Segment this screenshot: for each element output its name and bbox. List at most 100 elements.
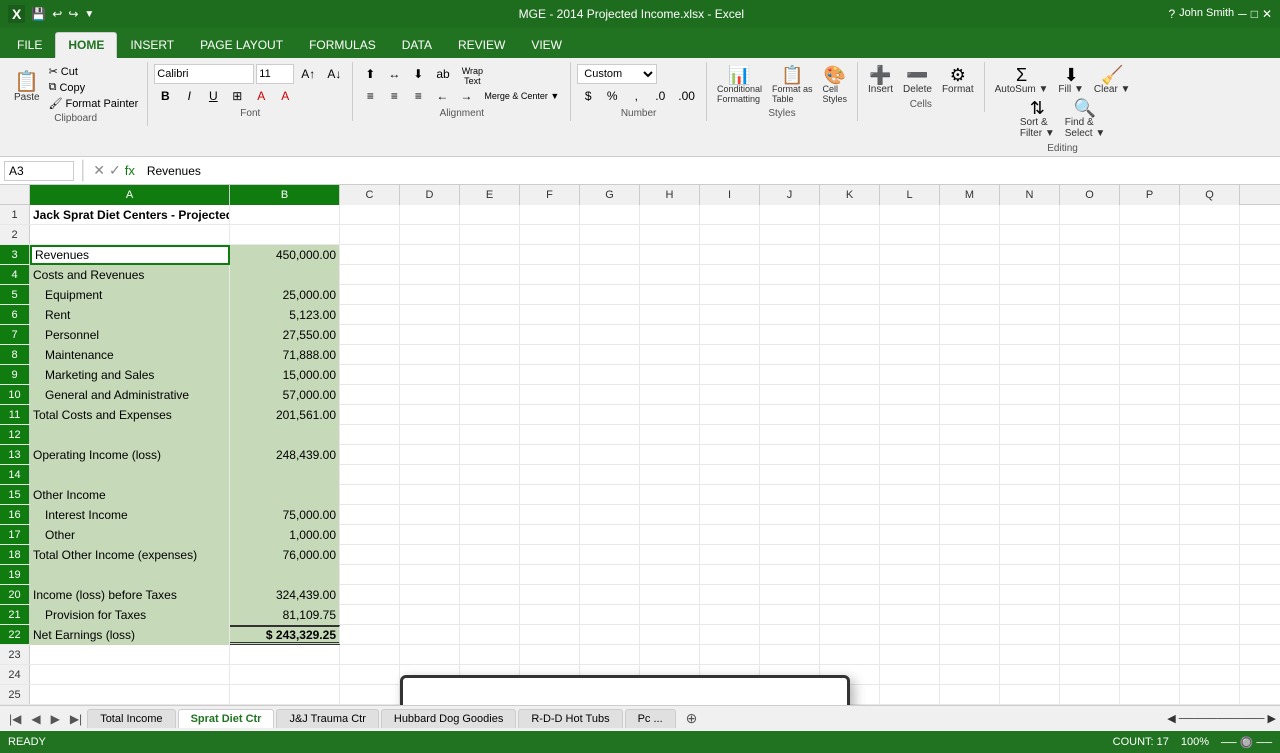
- cell[interactable]: [1000, 245, 1060, 265]
- cell[interactable]: [760, 425, 820, 445]
- cell[interactable]: [460, 385, 520, 405]
- cell[interactable]: [760, 265, 820, 285]
- col-header-p[interactable]: P: [1120, 185, 1180, 205]
- italic-button[interactable]: I: [178, 86, 200, 106]
- cell[interactable]: [880, 585, 940, 605]
- cell[interactable]: [640, 285, 700, 305]
- cell[interactable]: [1120, 685, 1180, 705]
- cell[interactable]: [580, 245, 640, 265]
- cell[interactable]: [760, 545, 820, 565]
- align-center-btn[interactable]: ≡: [383, 86, 405, 106]
- cell[interactable]: [940, 645, 1000, 665]
- cell[interactable]: [820, 225, 880, 245]
- cell[interactable]: [1000, 205, 1060, 225]
- cell[interactable]: [640, 565, 700, 585]
- cell[interactable]: [1180, 205, 1240, 225]
- row-number[interactable]: 18: [0, 545, 30, 564]
- row-number[interactable]: 22: [0, 625, 30, 644]
- cut-button[interactable]: ✂ Cut: [46, 64, 142, 79]
- horizontal-scrollbar[interactable]: ◀ ─────────── ▶: [1167, 712, 1276, 725]
- cell[interactable]: [580, 525, 640, 545]
- cell[interactable]: [820, 385, 880, 405]
- cell[interactable]: [880, 225, 940, 245]
- cell[interactable]: [580, 645, 640, 665]
- cell[interactable]: [640, 605, 700, 625]
- cell[interactable]: [700, 545, 760, 565]
- cell[interactable]: Jack Sprat Diet Centers - Projected Inco…: [30, 205, 230, 225]
- format-button[interactable]: ⚙ Format: [938, 64, 978, 97]
- cell[interactable]: Other: [30, 525, 230, 545]
- cell[interactable]: [400, 365, 460, 385]
- cell[interactable]: [1000, 485, 1060, 505]
- align-bottom-btn[interactable]: ⬇: [407, 64, 429, 84]
- row-number[interactable]: 25: [0, 685, 30, 704]
- cell[interactable]: [460, 325, 520, 345]
- cell[interactable]: [460, 545, 520, 565]
- col-header-g[interactable]: G: [580, 185, 640, 205]
- close-btn[interactable]: ✕: [1262, 7, 1272, 21]
- cell[interactable]: [1120, 385, 1180, 405]
- cell[interactable]: [640, 325, 700, 345]
- help-icon[interactable]: ?: [1168, 7, 1175, 21]
- cell[interactable]: [880, 245, 940, 265]
- cell-reference-input[interactable]: [4, 161, 74, 181]
- row-number[interactable]: 10: [0, 385, 30, 404]
- cell[interactable]: [640, 645, 700, 665]
- formula-input[interactable]: [143, 162, 1276, 180]
- cell[interactable]: [880, 525, 940, 545]
- cell[interactable]: [880, 465, 940, 485]
- cell[interactable]: Maintenance: [30, 345, 230, 365]
- cell[interactable]: [940, 245, 1000, 265]
- fill-button[interactable]: ⬇ Fill ▼: [1054, 64, 1087, 97]
- cell[interactable]: [520, 605, 580, 625]
- cell[interactable]: [820, 445, 880, 465]
- cell[interactable]: [1120, 645, 1180, 665]
- cell[interactable]: [340, 305, 400, 325]
- cell[interactable]: [820, 345, 880, 365]
- cell[interactable]: [340, 345, 400, 365]
- cell[interactable]: [1000, 565, 1060, 585]
- row-number[interactable]: 17: [0, 525, 30, 544]
- cell[interactable]: [820, 325, 880, 345]
- cell[interactable]: [1000, 465, 1060, 485]
- cell[interactable]: Other Income: [30, 485, 230, 505]
- cell[interactable]: [700, 245, 760, 265]
- cell[interactable]: [700, 525, 760, 545]
- cell[interactable]: [1060, 425, 1120, 445]
- col-header-e[interactable]: E: [460, 185, 520, 205]
- sheet-tab-sprat-diet-ctr[interactable]: Sprat Diet Ctr: [178, 709, 275, 728]
- cell[interactable]: [1180, 625, 1240, 645]
- cell[interactable]: [580, 565, 640, 585]
- cell[interactable]: [580, 285, 640, 305]
- tab-home[interactable]: HOME: [55, 32, 117, 58]
- cell[interactable]: [700, 205, 760, 225]
- underline-button[interactable]: U: [202, 86, 224, 106]
- cell[interactable]: [640, 505, 700, 525]
- cell[interactable]: [460, 505, 520, 525]
- col-header-c[interactable]: C: [340, 185, 400, 205]
- cell[interactable]: [400, 605, 460, 625]
- cell[interactable]: [820, 565, 880, 585]
- cell[interactable]: [460, 425, 520, 445]
- cell[interactable]: [580, 405, 640, 425]
- cell[interactable]: [400, 205, 460, 225]
- sheet-tab-total-income[interactable]: Total Income: [87, 709, 175, 728]
- cell[interactable]: [30, 425, 230, 445]
- cell[interactable]: [460, 405, 520, 425]
- cell[interactable]: [1120, 585, 1180, 605]
- cell[interactable]: Revenues: [30, 245, 230, 265]
- cell[interactable]: [340, 225, 400, 245]
- cell[interactable]: [1120, 485, 1180, 505]
- cell[interactable]: [1120, 205, 1180, 225]
- cell[interactable]: [820, 305, 880, 325]
- cell[interactable]: [880, 505, 940, 525]
- cell[interactable]: [700, 285, 760, 305]
- decrease-decimal-btn[interactable]: .00: [673, 86, 700, 106]
- cell[interactable]: [880, 425, 940, 445]
- cell[interactable]: [400, 445, 460, 465]
- cell[interactable]: [460, 305, 520, 325]
- cell[interactable]: [940, 425, 1000, 445]
- cell[interactable]: [1060, 345, 1120, 365]
- cell[interactable]: [400, 405, 460, 425]
- cell[interactable]: [1060, 405, 1120, 425]
